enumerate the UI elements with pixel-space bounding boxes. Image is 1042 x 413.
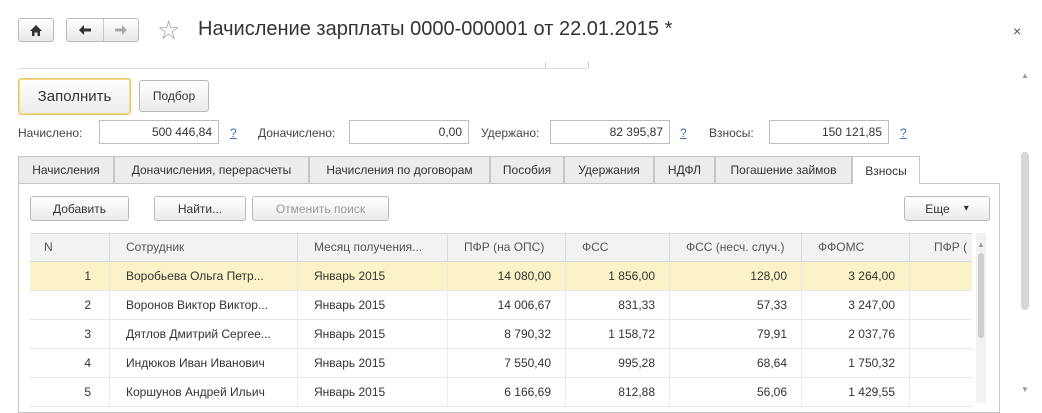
tab-ndfl[interactable]: НДФЛ xyxy=(654,156,715,183)
withheld-label: Удержано: xyxy=(481,126,540,140)
page-scrollbar-thumb[interactable] xyxy=(1021,152,1029,310)
back-arrow-icon[interactable] xyxy=(67,19,104,41)
cell-pfr[interactable]: 14 080,00 xyxy=(448,262,566,290)
withheld-field[interactable]: 82 395,87 xyxy=(550,120,670,144)
cell-pfr-extra[interactable] xyxy=(910,320,972,348)
forward-arrow-icon[interactable] xyxy=(104,19,138,41)
column-header-pfr[interactable]: ПФР (на ОПС) xyxy=(448,234,566,261)
column-header-fss-accident[interactable]: ФСС (несч. случ.) xyxy=(670,234,802,261)
more-label: Еще xyxy=(925,201,950,216)
cell-fss-accident[interactable]: 68,64 xyxy=(670,349,802,377)
table-row[interactable]: 4 Индюков Иван Иванович Январь 2015 7 550,4… xyxy=(30,349,972,378)
tab-benefits[interactable]: Пособия xyxy=(490,156,564,183)
find-button[interactable]: Найти... xyxy=(154,196,246,221)
cell-ffoms[interactable]: 2 037,76 xyxy=(802,320,910,348)
cell-pfr-extra[interactable] xyxy=(910,291,972,319)
additional-field[interactable]: 0,00 xyxy=(349,120,469,144)
cell-ffoms[interactable]: 1 750,32 xyxy=(802,349,910,377)
favorite-star-icon[interactable]: ☆ xyxy=(157,15,180,46)
accrued-label: Начислено: xyxy=(18,126,83,140)
cell-employee[interactable]: Воробьева Ольга Петр... xyxy=(110,262,298,290)
cell-pfr-extra[interactable] xyxy=(910,378,972,406)
table-row[interactable]: 1 Воробьева Ольга Петр... Январь 2015 14 08… xyxy=(30,262,972,291)
cell-fss-accident[interactable]: 56,06 xyxy=(670,378,802,406)
add-button[interactable]: Добавить xyxy=(30,196,129,221)
divider-tick xyxy=(588,62,589,68)
cell-ffoms[interactable]: 3 247,00 xyxy=(802,291,910,319)
accrued-field[interactable]: 500 446,84 xyxy=(99,120,219,144)
tab-loan-repayment[interactable]: Погашение займов xyxy=(715,156,852,183)
cell-ffoms[interactable]: 3 264,00 xyxy=(802,262,910,290)
column-header-employee[interactable]: Сотрудник xyxy=(110,234,298,261)
tab-deductions[interactable]: Удержания xyxy=(564,156,654,183)
divider-tick xyxy=(545,62,546,68)
tab-additional-accruals[interactable]: Доначисления, перерасчеты xyxy=(114,156,309,183)
cell-n[interactable]: 5 xyxy=(30,378,110,406)
cancel-search-button[interactable]: Отменить поиск xyxy=(252,196,389,221)
cell-month[interactable]: Январь 2015 xyxy=(298,291,448,319)
cell-month[interactable]: Январь 2015 xyxy=(298,349,448,377)
cell-month[interactable]: Январь 2015 xyxy=(298,262,448,290)
close-icon[interactable]: × xyxy=(1013,23,1021,39)
header-divider xyxy=(18,68,588,69)
cell-pfr[interactable]: 7 550,40 xyxy=(448,349,566,377)
cell-fss[interactable]: 812,88 xyxy=(566,378,670,406)
cell-month[interactable]: Январь 2015 xyxy=(298,320,448,348)
page-title: Начисление зарплаты 0000-000001 от 22.01… xyxy=(198,18,673,40)
withheld-help-link[interactable]: ? xyxy=(680,126,687,140)
column-header-fss[interactable]: ФСС xyxy=(566,234,670,261)
cell-employee[interactable]: Коршунов Андрей Ильич xyxy=(110,378,298,406)
page-scroll-down-arrow-icon[interactable]: ▼ xyxy=(1021,385,1029,394)
more-button[interactable]: Еще ▾ xyxy=(904,196,990,221)
column-header-month[interactable]: Месяц получения... xyxy=(298,234,448,261)
tab-accruals[interactable]: Начисления xyxy=(18,156,114,183)
column-header-ffoms[interactable]: ФФОМС xyxy=(802,234,910,261)
chevron-down-icon: ▾ xyxy=(963,203,969,214)
cell-pfr[interactable]: 14 006,67 xyxy=(448,291,566,319)
cell-pfr[interactable]: 6 166,69 xyxy=(448,378,566,406)
cell-pfr[interactable]: 8 790,32 xyxy=(448,320,566,348)
fill-button[interactable]: Заполнить xyxy=(18,78,131,115)
accrued-help-link[interactable]: ? xyxy=(230,126,237,140)
column-header-pfr-extra[interactable]: ПФР ( xyxy=(910,234,972,261)
table-header: N Сотрудник Месяц получения... ПФР (на О… xyxy=(30,233,972,262)
cell-n[interactable]: 1 xyxy=(30,262,110,290)
cell-ffoms[interactable]: 1 429,55 xyxy=(802,378,910,406)
pick-button[interactable]: Подбор xyxy=(139,80,209,112)
table-scrollbar-thumb[interactable] xyxy=(978,253,984,338)
history-nav xyxy=(66,18,139,42)
cell-pfr-extra[interactable] xyxy=(910,262,972,290)
cell-fss[interactable]: 1 158,72 xyxy=(566,320,670,348)
cell-pfr-extra[interactable] xyxy=(910,349,972,377)
scroll-up-arrow-icon[interactable]: ▲ xyxy=(977,240,985,249)
cell-n[interactable]: 4 xyxy=(30,349,110,377)
cell-fss-accident[interactable]: 79,91 xyxy=(670,320,802,348)
cell-employee[interactable]: Индюков Иван Иванович xyxy=(110,349,298,377)
contributions-help-link[interactable]: ? xyxy=(900,126,907,140)
cell-month[interactable]: Январь 2015 xyxy=(298,378,448,406)
cell-fss[interactable]: 1 856,00 xyxy=(566,262,670,290)
cell-fss-accident[interactable]: 128,00 xyxy=(670,262,802,290)
home-icon xyxy=(19,19,53,41)
additional-label: Доначислено: xyxy=(258,126,336,140)
cell-fss[interactable]: 831,33 xyxy=(566,291,670,319)
table-row[interactable]: 2 Воронов Виктор Виктор... Январь 2015 14 0… xyxy=(30,291,972,320)
cell-employee[interactable]: Дятлов Дмитрий Сергее... xyxy=(110,320,298,348)
cell-n[interactable]: 3 xyxy=(30,320,110,348)
tab-contributions[interactable]: Взносы xyxy=(852,156,920,184)
contributions-field[interactable]: 150 121,85 xyxy=(769,120,889,144)
table-row[interactable]: 3 Дятлов Дмитрий Сергее... Январь 2015 8 79… xyxy=(30,320,972,349)
cell-fss[interactable]: 995,28 xyxy=(566,349,670,377)
cell-n[interactable]: 2 xyxy=(30,291,110,319)
cell-fss-accident[interactable]: 57,33 xyxy=(670,291,802,319)
column-header-n[interactable]: N xyxy=(30,234,110,261)
contributions-label: Взносы: xyxy=(709,126,754,140)
home-button[interactable] xyxy=(18,18,54,42)
tab-contract-accruals[interactable]: Начисления по договорам xyxy=(309,156,490,183)
page-scroll-up-arrow-icon[interactable]: ▲ xyxy=(1021,71,1029,80)
cell-employee[interactable]: Воронов Виктор Виктор... xyxy=(110,291,298,319)
